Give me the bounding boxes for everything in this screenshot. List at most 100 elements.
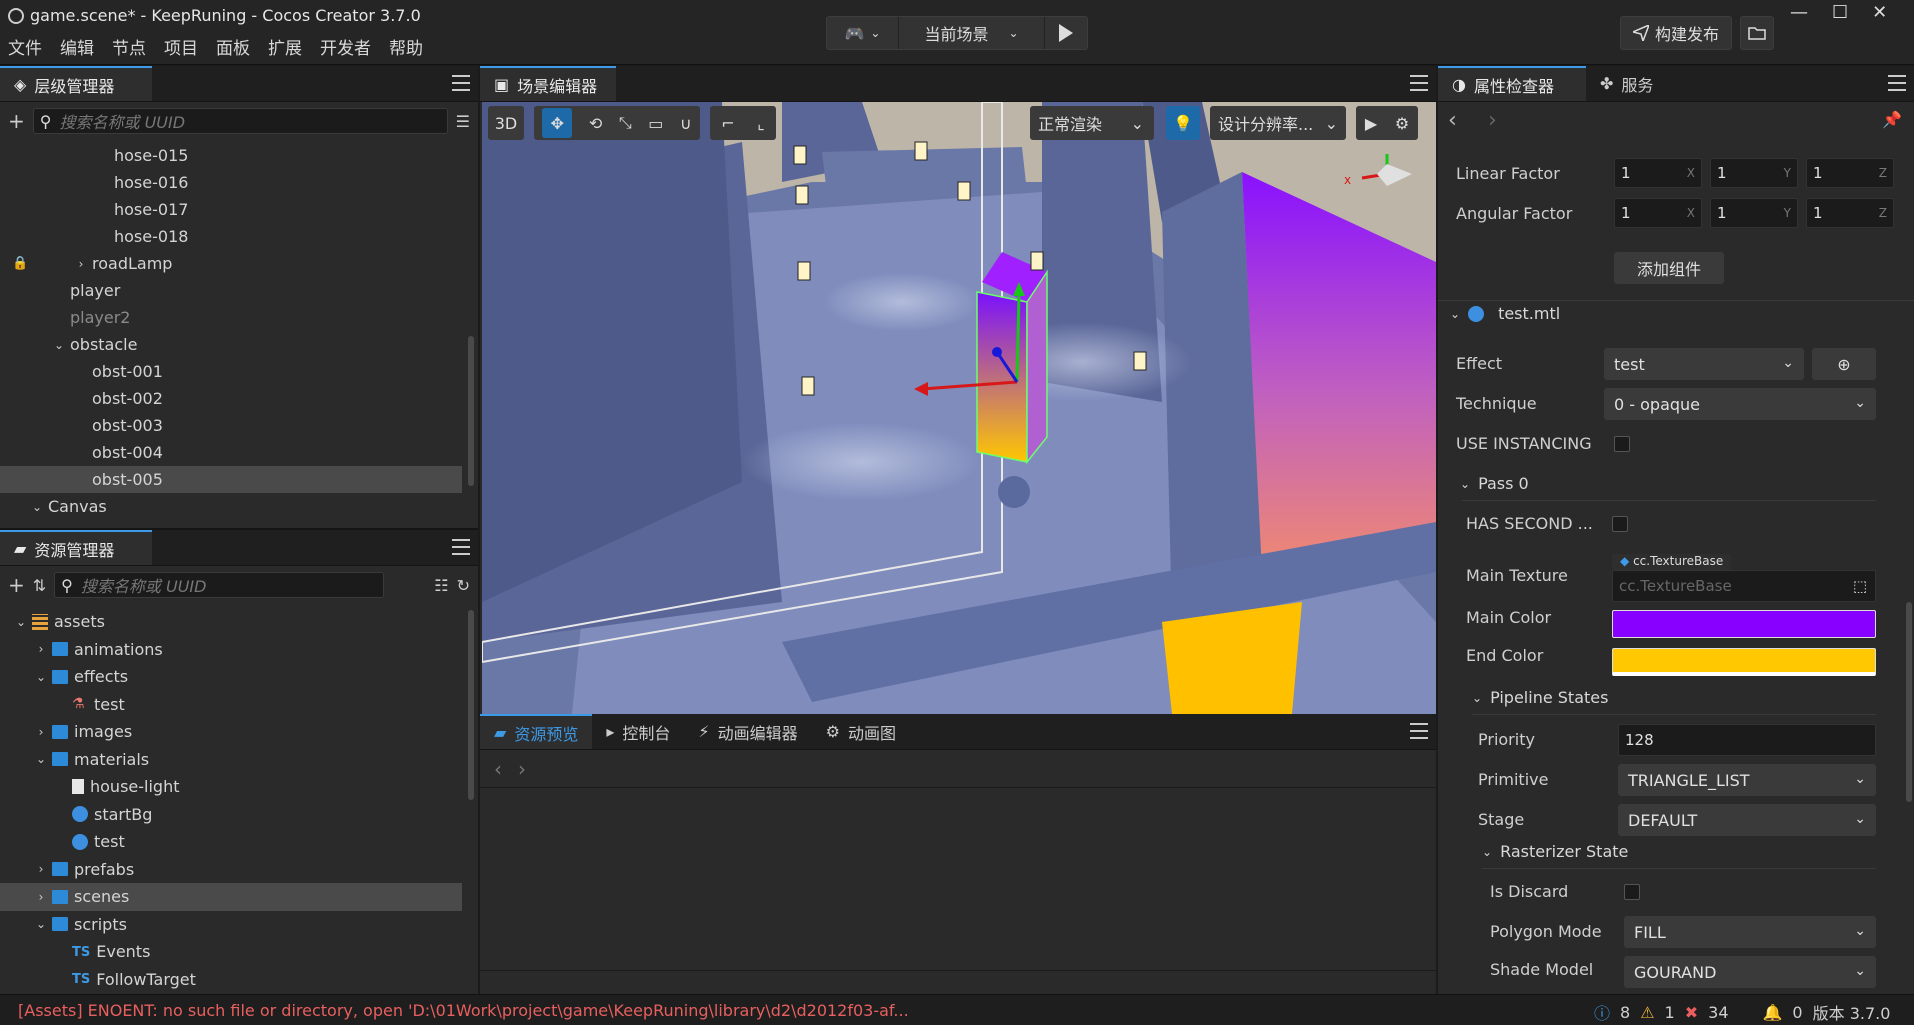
build-button[interactable]: 构建发布 — [1620, 16, 1732, 50]
play-button[interactable] — [1045, 17, 1087, 49]
asset-item[interactable]: ›images — [0, 718, 478, 746]
asset-item[interactable]: TSEvents — [0, 938, 478, 966]
hierarchy-node[interactable]: hose-018 — [0, 223, 478, 250]
rotate-tool-icon[interactable]: ⟲ — [589, 114, 602, 133]
back-icon[interactable]: ‹ — [494, 757, 502, 781]
gear-icon[interactable]: ⚙ — [1395, 114, 1409, 133]
pipeline-states-header[interactable]: ⌄Pipeline States — [1472, 688, 1608, 707]
pivot-icon[interactable]: ⌐ — [721, 114, 734, 133]
move-tool-icon[interactable]: ✥ — [542, 108, 572, 138]
assets-scrollbar[interactable] — [468, 610, 474, 800]
resolution-select[interactable]: 设计分辨率...⌄ — [1210, 106, 1346, 140]
bottom-menu-icon[interactable] — [1410, 723, 1428, 739]
hierarchy-node[interactable]: 🔒›roadLamp — [0, 250, 478, 277]
info-icon[interactable]: ⓘ — [1594, 1000, 1610, 1024]
scene-menu-icon[interactable] — [1410, 75, 1428, 91]
expand-arrow-icon[interactable]: › — [74, 257, 88, 271]
pick-asset-icon[interactable]: ⬚ — [1853, 577, 1867, 595]
hierarchy-scrollbar[interactable] — [468, 336, 474, 486]
refresh-icon[interactable]: ↻ — [457, 576, 470, 595]
hierarchy-node[interactable]: hose-017 — [0, 196, 478, 223]
menu-item[interactable]: 项目 — [164, 34, 198, 59]
assets-menu-icon[interactable] — [452, 539, 470, 555]
forward-icon[interactable]: › — [518, 757, 526, 781]
asset-item[interactable]: TSFollowTarget — [0, 966, 478, 994]
asset-item[interactable]: ⚗test — [0, 691, 478, 719]
asset-item[interactable]: ›animations — [0, 636, 478, 664]
status-message[interactable]: [Assets] ENOENT: no such file or directo… — [18, 1001, 909, 1020]
locate-effect-button[interactable]: ⊕ — [1812, 348, 1876, 380]
tab-hierarchy[interactable]: ◈层级管理器 — [0, 66, 152, 101]
tab-services[interactable]: ✤服务 — [1586, 66, 1686, 101]
pass-header[interactable]: ⌄Pass 0 — [1460, 474, 1529, 493]
asset-item[interactable]: ⌄materials — [0, 746, 478, 774]
priority-input[interactable]: 128 — [1618, 724, 1876, 756]
main-color-swatch[interactable] — [1612, 610, 1876, 638]
asset-item[interactable]: ⌄scripts — [0, 911, 478, 939]
linear-factor-x[interactable]: 1X — [1614, 158, 1702, 188]
hierarchy-node[interactable]: hose-015 — [0, 142, 478, 169]
asset-item[interactable]: ⌄effects — [0, 663, 478, 691]
tab-scene-editor[interactable]: ▣场景编辑器 — [480, 66, 616, 101]
primitive-select[interactable]: TRIANGLE_LIST⌄ — [1618, 764, 1876, 796]
coord-icon[interactable]: ⌞ — [757, 114, 765, 133]
hierarchy-node[interactable]: obst-002 — [0, 385, 478, 412]
scene-mode-select[interactable]: 当前场景⌄ — [899, 17, 1045, 49]
expand-arrow-icon[interactable]: › — [34, 890, 48, 904]
add-node-icon[interactable]: + — [8, 109, 25, 133]
shade-model-select[interactable]: GOURAND⌄ — [1624, 956, 1876, 988]
linear-factor-y[interactable]: 1Y — [1710, 158, 1798, 188]
menu-item[interactable]: 面板 — [216, 34, 250, 59]
back-icon[interactable]: ‹ — [1448, 108, 1457, 133]
maximize-button[interactable]: ☐ — [1832, 2, 1848, 23]
camera-icon[interactable]: ▶ — [1365, 114, 1377, 133]
expand-arrow-icon[interactable]: ⌄ — [34, 752, 48, 766]
pin-icon[interactable]: 📌 — [1882, 110, 1902, 129]
tab-bottom-0[interactable]: ▰资源预览 — [480, 714, 592, 749]
scene-viewport[interactable]: x 3D ✥ ⟲ ⤡ ▭ ∪ ⌐ ⌞ 正常渲染⌄ 💡 设计分辨率...⌄ ▶ ⚙ — [482, 102, 1436, 714]
forward-icon[interactable]: › — [1488, 108, 1497, 133]
light-toggle-button[interactable]: 💡 — [1166, 106, 1200, 140]
is-discard-checkbox[interactable] — [1624, 884, 1640, 900]
asset-item[interactable]: ›scenes — [0, 883, 462, 911]
hierarchy-node[interactable]: hose-016 — [0, 169, 478, 196]
device-select[interactable]: 🎮⌄ — [827, 17, 899, 49]
expand-arrow-icon[interactable]: ⌄ — [52, 338, 66, 352]
render-mode-select[interactable]: 正常渲染⌄ — [1030, 106, 1154, 140]
minimize-button[interactable]: — — [1790, 2, 1808, 23]
tab-inspector[interactable]: ◑属性检查器 — [1438, 66, 1586, 101]
stage-select[interactable]: DEFAULT⌄ — [1618, 804, 1876, 836]
add-asset-icon[interactable]: + — [8, 573, 25, 597]
has-second-checkbox[interactable] — [1612, 516, 1628, 532]
linear-factor-z[interactable]: 1Z — [1806, 158, 1894, 188]
expand-arrow-icon[interactable]: ⌄ — [30, 500, 44, 514]
sort-icon[interactable]: ⇅ — [33, 576, 46, 595]
expand-arrow-icon[interactable]: › — [34, 725, 48, 739]
hierarchy-node[interactable]: ⌄Canvas — [0, 493, 478, 520]
polygon-mode-select[interactable]: FILL⌄ — [1624, 916, 1876, 948]
asset-item[interactable]: test — [0, 828, 478, 856]
tab-bottom-1[interactable]: ▸控制台 — [592, 714, 684, 749]
tab-assets[interactable]: ▰资源管理器 — [0, 530, 152, 565]
hierarchy-node[interactable]: obst-003 — [0, 412, 478, 439]
expand-arrow-icon[interactable]: › — [34, 862, 48, 876]
assets-search-input[interactable]: ⚲ 搜索名称或 UUID — [54, 572, 384, 598]
hierarchy-search-input[interactable]: ⚲ 搜索名称或 UUID — [33, 108, 448, 134]
inspector-scrollbar[interactable] — [1906, 602, 1912, 802]
add-component-button[interactable]: 添加组件 — [1614, 252, 1724, 284]
menu-item[interactable]: 编辑 — [60, 34, 94, 59]
close-button[interactable]: ✕ — [1872, 2, 1887, 23]
tab-bottom-2[interactable]: ⚡动画编辑器 — [684, 714, 811, 749]
technique-select[interactable]: 0 - opaque⌄ — [1604, 388, 1876, 420]
notification-icon[interactable]: 🔔 — [1763, 1003, 1783, 1022]
expand-arrow-icon[interactable]: ⌄ — [34, 917, 48, 931]
list-view-icon[interactable]: ☰ — [456, 112, 470, 131]
material-header[interactable]: ⌄ test.mtl — [1450, 304, 1560, 323]
snap-tool-icon[interactable]: ∪ — [680, 114, 692, 133]
hierarchy-node[interactable]: obst-001 — [0, 358, 478, 385]
menu-item[interactable]: 文件 — [8, 34, 42, 59]
menu-item[interactable]: 帮助 — [389, 34, 423, 59]
scale-tool-icon[interactable]: ⤡ — [619, 113, 632, 133]
hierarchy-node[interactable]: player — [0, 277, 478, 304]
use-instancing-checkbox[interactable] — [1614, 436, 1630, 452]
